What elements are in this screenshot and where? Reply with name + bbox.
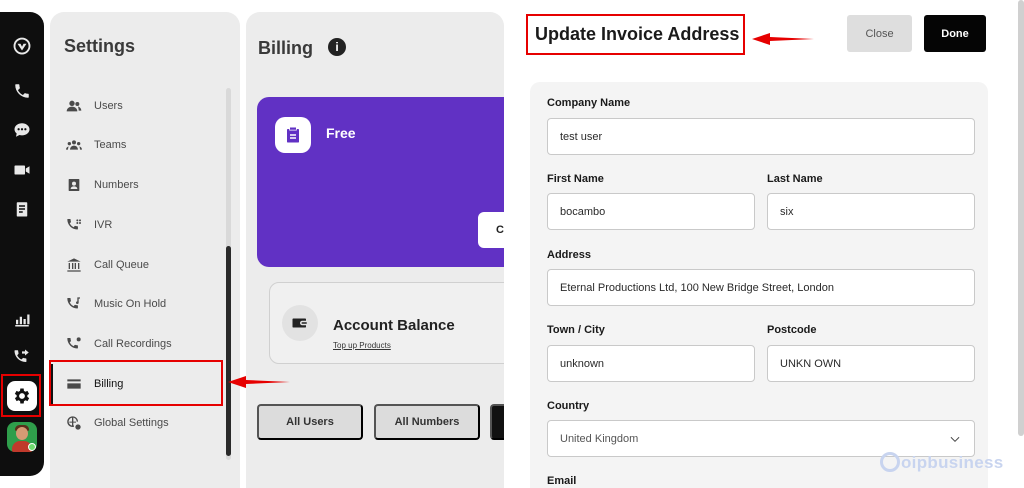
- country-label: Country: [547, 400, 590, 412]
- global-settings-icon: [67, 416, 81, 430]
- online-status-dot: [28, 443, 36, 451]
- chevron-down-icon: [950, 436, 960, 442]
- sidebar-item-label: Teams: [94, 139, 127, 151]
- title-highlight-box: [526, 14, 745, 55]
- plan-name: Free: [326, 125, 356, 141]
- sidebar-item-teams[interactable]: Teams: [66, 134, 126, 156]
- country-select-value: United Kingdom: [560, 432, 639, 445]
- filter-button-dark[interactable]: [490, 404, 504, 440]
- postcode-label: Postcode: [767, 324, 817, 336]
- title-arrow-annotation: [752, 33, 814, 45]
- done-button[interactable]: Done: [924, 15, 986, 52]
- invoice-address-form: Company Name test user First Name bocamb…: [530, 82, 988, 488]
- phone-forward-icon[interactable]: [12, 347, 32, 367]
- sidebar-item-label: IVR: [94, 219, 113, 231]
- users-icon: [66, 100, 82, 112]
- gear-highlight-box: [1, 374, 41, 417]
- town-label: Town / City: [547, 324, 605, 336]
- teams-icon: [66, 140, 82, 150]
- sidebar-item-label: Music On Hold: [94, 298, 167, 310]
- settings-title: Settings: [64, 36, 136, 56]
- company-name-label: Company Name: [547, 97, 631, 109]
- sidebar-item-users[interactable]: Users: [66, 95, 123, 117]
- sidebar-item-label: Users: [94, 100, 123, 112]
- close-button[interactable]: Close: [847, 15, 912, 52]
- avatar[interactable]: [7, 422, 37, 452]
- phone-icon[interactable]: [12, 81, 32, 101]
- music-on-hold-icon: [67, 297, 80, 309]
- call-queue-icon: [67, 258, 81, 272]
- billing-panel: Billing i Free C Account Balance Top up …: [246, 12, 504, 488]
- sidebar-item-ivr[interactable]: IVR: [66, 214, 112, 236]
- settings-sidebar: Settings Users Teams Numbers IVR Call Qu…: [50, 12, 240, 488]
- chat-icon[interactable]: [12, 120, 32, 140]
- postcode-field[interactable]: UNKN OWN: [767, 345, 975, 382]
- wallet-icon: [282, 305, 318, 341]
- sidebar-item-call-queue[interactable]: Call Queue: [66, 254, 149, 276]
- notes-icon[interactable]: [12, 199, 32, 219]
- account-balance-card: Account Balance Top up Products: [269, 282, 504, 364]
- stats-icon[interactable]: [12, 309, 32, 329]
- company-name-field[interactable]: test user: [547, 118, 975, 155]
- sidebar-item-label: Numbers: [94, 179, 139, 191]
- sidebar-item-label: Global Settings: [94, 417, 169, 429]
- top-up-link[interactable]: Top up Products: [333, 341, 391, 350]
- numbers-icon: [68, 179, 80, 191]
- sidebar-scrollbar-thumb[interactable]: [226, 246, 231, 456]
- ivr-icon: [67, 219, 81, 230]
- plan-action-button[interactable]: C: [478, 212, 504, 248]
- call-recordings-icon: [67, 337, 81, 349]
- invoice-address-drawer: Update Invoice Address Close Done Compan…: [504, 0, 1024, 488]
- last-name-field[interactable]: six: [767, 193, 975, 230]
- town-field[interactable]: unknown: [547, 345, 755, 382]
- info-icon[interactable]: i: [328, 38, 346, 56]
- sidebar-item-global-settings[interactable]: Global Settings: [66, 412, 169, 434]
- sidebar-item-numbers[interactable]: Numbers: [66, 174, 139, 196]
- sidebar-item-music-on-hold[interactable]: Music On Hold: [66, 293, 166, 315]
- sidebar-item-label: Call Recordings: [94, 338, 172, 350]
- video-icon[interactable]: [12, 160, 32, 180]
- clipboard-icon: [275, 117, 311, 153]
- all-users-button[interactable]: All Users: [257, 404, 363, 440]
- address-label: Address: [547, 249, 592, 261]
- billing-highlight-box: [49, 360, 223, 406]
- last-name-label: Last Name: [767, 173, 823, 185]
- balance-title: Account Balance: [333, 317, 455, 334]
- page-title: Billing: [258, 38, 313, 58]
- billing-arrow-annotation: [228, 376, 290, 388]
- drawer-scrollbar[interactable]: [1018, 0, 1024, 436]
- all-numbers-button[interactable]: All Numbers: [374, 404, 480, 440]
- address-field[interactable]: Eternal Productions Ltd, 100 New Bridge …: [547, 269, 975, 306]
- sidebar-item-call-recordings[interactable]: Call Recordings: [66, 333, 172, 355]
- plan-card: Free C: [257, 97, 504, 267]
- watermark-logo: oipbusiness: [880, 452, 1004, 473]
- email-label: Email: [547, 475, 577, 487]
- first-name-label: First Name: [547, 173, 604, 185]
- logo-icon[interactable]: [12, 36, 32, 56]
- first-name-field[interactable]: bocambo: [547, 193, 755, 230]
- sidebar-item-label: Call Queue: [94, 259, 150, 271]
